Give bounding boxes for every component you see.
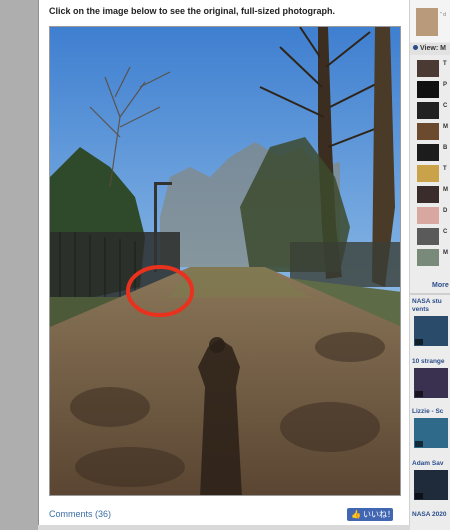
list-thumbnail <box>417 228 439 245</box>
list-item-title: T <box>443 166 447 172</box>
sidebar-top-text: " d <box>440 12 446 18</box>
sidebar-top-item[interactable]: " d <box>410 0 450 42</box>
video-thumbnail <box>414 316 448 346</box>
list-item-title: M <box>443 124 448 130</box>
instruction-text: Click on the image below to see the orig… <box>49 6 336 16</box>
list-item[interactable]: C <box>410 226 450 247</box>
list-item-title: C <box>443 229 448 235</box>
video-thumbnail <box>414 418 448 448</box>
list-thumbnail <box>417 207 439 224</box>
list-thumbnail <box>417 81 439 98</box>
right-sidebar: " d View: M T P C M B T M D C M More NAS… <box>410 0 450 530</box>
main-panel: Click on the image below to see the orig… <box>38 0 410 530</box>
list-item-title: M <box>443 250 448 256</box>
list-item[interactable]: T <box>410 58 450 79</box>
list-thumbnail <box>417 165 439 182</box>
sidebar-divider <box>410 293 450 295</box>
list-item[interactable]: T <box>410 163 450 184</box>
list-item[interactable]: D <box>410 205 450 226</box>
play-icon <box>415 339 423 345</box>
left-gutter <box>0 0 38 530</box>
list-item[interactable]: P <box>410 79 450 100</box>
list-item[interactable]: M <box>410 247 450 268</box>
video-title: 10 strange <box>412 358 445 365</box>
view-mode-text: View: M <box>420 45 446 52</box>
video-item[interactable]: 10 strange <box>412 358 450 398</box>
list-item-title: B <box>443 145 448 151</box>
list-thumbnail <box>417 186 439 203</box>
more-link[interactable]: More <box>432 282 449 289</box>
list-item[interactable]: B <box>410 142 450 163</box>
list-thumbnail <box>417 60 439 77</box>
video-item[interactable]: Lizzie - Sc <box>412 408 450 448</box>
video-item[interactable]: Adam Sav <box>412 460 450 500</box>
video-thumbnail <box>414 368 448 398</box>
play-icon <box>415 493 423 499</box>
list-item-title: P <box>443 82 448 88</box>
like-button[interactable]: 👍 いいね！ <box>347 508 393 521</box>
list-item-title: M <box>443 187 448 193</box>
bullet-icon <box>413 45 418 50</box>
video-title: NASA 2020 <box>412 511 447 518</box>
list-item-title: D <box>443 208 448 214</box>
sidebar-top-thumbnail <box>416 8 438 36</box>
play-icon <box>415 441 423 447</box>
list-item[interactable]: M <box>410 184 450 205</box>
list-thumbnail <box>417 249 439 266</box>
play-icon <box>415 391 423 397</box>
list-item[interactable]: M <box>410 121 450 142</box>
comments-link[interactable]: Comments (36) <box>49 509 111 519</box>
list-item[interactable]: C <box>410 100 450 121</box>
view-mode-label[interactable]: View: M <box>410 43 450 55</box>
list-thumbnail <box>417 102 439 119</box>
video-title: Lizzie - Sc <box>412 408 444 415</box>
photo-image <box>50 27 400 495</box>
bottom-bar <box>38 525 410 530</box>
list-thumbnail <box>417 144 439 161</box>
sidebar-list: T P C M B T M D C M <box>410 58 450 268</box>
video-item[interactable]: NASA 2020 <box>412 511 450 519</box>
video-thumbnail <box>414 470 448 500</box>
full-size-photo-link[interactable] <box>49 26 401 496</box>
like-button-label: いいね！ <box>362 510 393 519</box>
video-item[interactable]: NASA stu vents <box>412 298 450 346</box>
video-title-line2: vents <box>412 306 429 313</box>
list-item-title: T <box>443 61 447 67</box>
video-title: Adam Sav <box>412 460 444 467</box>
list-thumbnail <box>417 123 439 140</box>
video-title: NASA stu <box>412 298 442 305</box>
list-item-title: C <box>443 103 448 109</box>
thumbs-up-icon: 👍 <box>351 510 361 519</box>
